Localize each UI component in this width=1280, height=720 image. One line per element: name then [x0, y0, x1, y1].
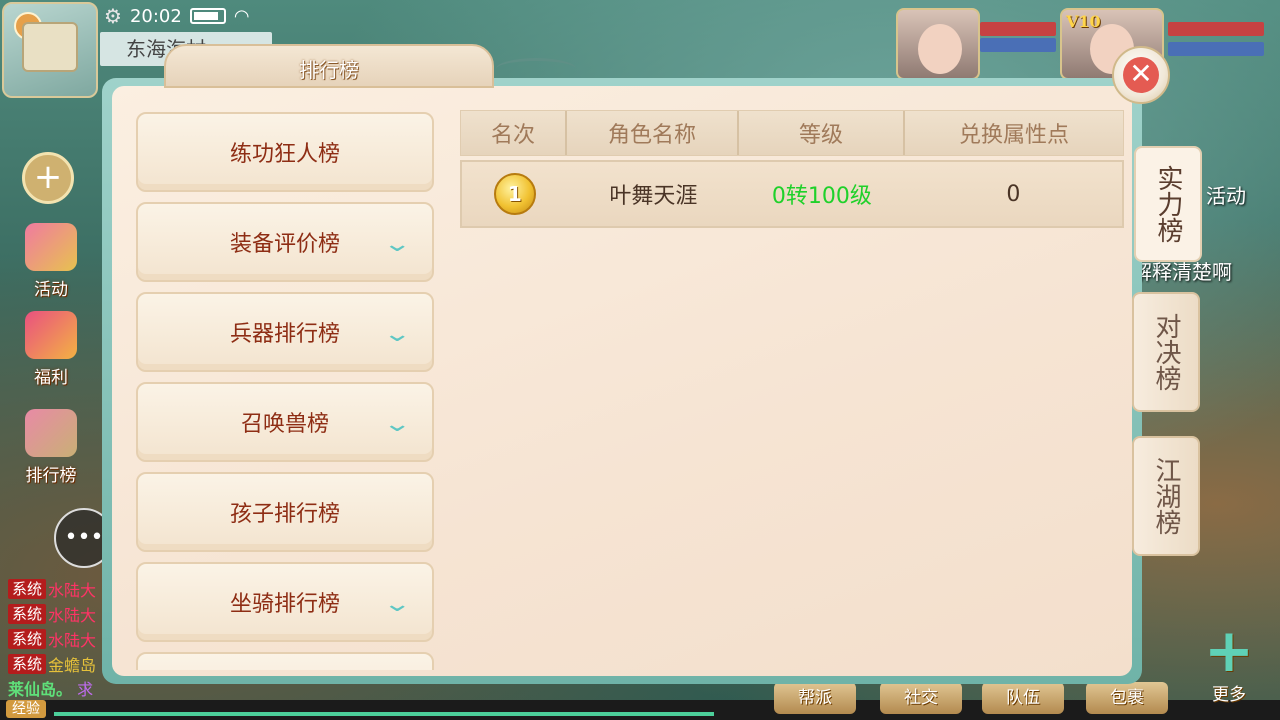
tab-jianghu-label: 江湖榜 — [1151, 457, 1181, 535]
chat-row: 系统 水陆大 — [8, 626, 108, 651]
exp-label: 经验 — [6, 700, 46, 718]
header-name: 角色名称 — [567, 111, 739, 155]
panel-title-tab: 排行榜 — [164, 44, 494, 88]
pet-portrait[interactable] — [896, 8, 980, 80]
activity-label: 活动 — [34, 280, 68, 300]
expand-menu-button[interactable]: + — [22, 152, 74, 204]
pet-hp-bar — [980, 22, 1056, 36]
category-list[interactable]: 练功狂人榜 装备评价榜 ⌄ 兵器排行榜 ⌄ 召唤兽榜 ⌄ 孩子排行榜 坐骑排行榜 ⌄ — [136, 110, 436, 670]
activity-icon — [25, 223, 77, 271]
chat-row: 系统 水陆大 — [8, 576, 108, 601]
category-summon[interactable]: 召唤兽榜 ⌄ — [136, 382, 434, 462]
more-label: 更多 — [1212, 685, 1246, 705]
chevron-down-icon: ⌄ — [382, 322, 412, 347]
more-button[interactable]: + 更多 — [1186, 616, 1272, 708]
header-level: 等级 — [739, 111, 905, 155]
scene-activity-text: 活动 — [1206, 184, 1246, 208]
chat-log[interactable]: 系统 水陆大 系统 水陆大 系统 水陆大 系统 金蟾岛 莱仙岛。 求 — [8, 576, 108, 700]
category-equipment[interactable]: 装备评价榜 ⌄ — [136, 202, 434, 282]
level-cell: 0转100级 — [771, 184, 872, 209]
close-icon: ✕ — [1123, 57, 1159, 93]
welfare-button[interactable]: 福利 — [6, 300, 96, 388]
name-cell: 叶舞天涯 — [609, 184, 698, 209]
table-header: 名次 角色名称 等级 兑换属性点 — [460, 110, 1124, 156]
tab-jianghu[interactable]: 江湖榜 — [1132, 436, 1200, 556]
ranking-table: 名次 角色名称 等级 兑换属性点 1 叶舞天涯 0转100级 0 — [460, 110, 1124, 228]
tab-duel-label: 对决榜 — [1151, 313, 1181, 391]
rank-cell: 1 — [462, 162, 568, 226]
ranking-button[interactable]: 排行榜 — [6, 398, 96, 486]
close-button[interactable]: ✕ — [1112, 46, 1170, 104]
clock: 20:02 — [129, 5, 182, 27]
activity-button[interactable]: 活动 — [6, 212, 96, 300]
header-rank: 名次 — [461, 111, 567, 155]
guild-button[interactable]: 帮派 — [774, 682, 856, 714]
ranking-icon — [25, 409, 77, 457]
chat-last-line: 莱仙岛。 求 — [8, 680, 94, 699]
tab-strength-label: 实力榜 — [1153, 165, 1183, 243]
social-button[interactable]: 社交 — [880, 682, 962, 714]
map-scroll-icon — [22, 22, 78, 72]
player-hp-bar — [1168, 22, 1264, 36]
welfare-label: 福利 — [34, 368, 68, 388]
chat-row: 系统 水陆大 — [8, 601, 108, 626]
category-training[interactable]: 练功狂人榜 — [136, 112, 434, 192]
team-button[interactable]: 队伍 — [982, 682, 1064, 714]
header-points: 兑换属性点 — [958, 123, 1069, 148]
category-child[interactable]: 孩子排行榜 — [136, 472, 434, 552]
chevron-down-icon: ⌄ — [382, 592, 412, 617]
category-weapon[interactable]: 兵器排行榜 ⌄ — [136, 292, 434, 372]
gear-icon[interactable]: ⚙ — [104, 4, 122, 28]
table-row[interactable]: 1 叶舞天涯 0转100级 0 — [460, 160, 1124, 228]
gold-medal-icon: 1 — [493, 173, 536, 215]
points-cell: 0 — [1006, 181, 1021, 207]
gift-icon — [25, 311, 77, 359]
tab-duel[interactable]: 对决榜 — [1132, 292, 1200, 412]
exp-bar-fill — [54, 712, 714, 716]
decorative-swirl-icon — [496, 58, 576, 80]
category-mount[interactable]: 坐骑排行榜 ⌄ — [136, 562, 434, 642]
pet-mp-bar — [980, 38, 1056, 52]
pet-face — [918, 24, 962, 74]
vip-badge: V10 — [1066, 12, 1101, 31]
battery-icon — [189, 8, 226, 24]
map-button[interactable] — [2, 2, 98, 98]
chevron-down-icon: ⌄ — [382, 232, 412, 257]
category-more[interactable] — [136, 652, 434, 670]
chat-row: 系统 金蟾岛 — [8, 651, 108, 676]
wifi-icon: ◠ — [233, 5, 250, 27]
status-bar: ⚙ 20:02 ◠ — [104, 2, 284, 30]
inventory-button[interactable]: 包裹 — [1086, 682, 1168, 714]
tab-strength[interactable]: 实力榜 — [1134, 146, 1202, 262]
player-mp-bar — [1168, 42, 1264, 56]
chevron-down-icon: ⌄ — [382, 412, 412, 437]
panel-title: 排行榜 — [299, 58, 359, 82]
plus-icon: + — [1203, 616, 1255, 686]
ranking-label: 排行榜 — [25, 466, 77, 486]
